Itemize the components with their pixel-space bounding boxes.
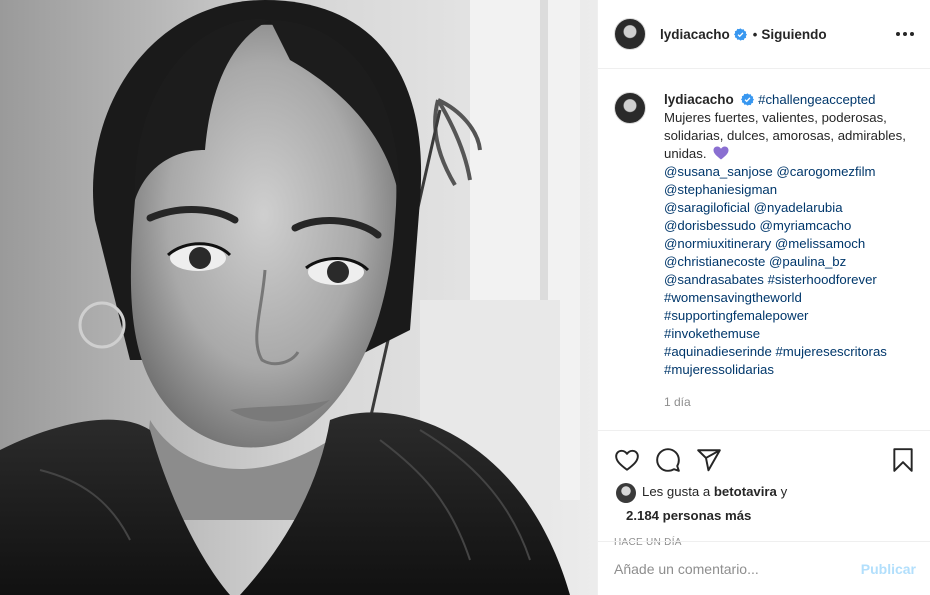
post-header: lydiacacho • Siguiendo <box>598 0 930 69</box>
caption: lydiacacho #challengeaccepted Mujeres fu… <box>614 91 914 411</box>
hashtag-link[interactable]: #mujeressolidarias <box>664 362 774 377</box>
selfie-image <box>0 0 597 595</box>
post-photo[interactable] <box>0 0 597 595</box>
likes-text: Les gusta a betotavira y <box>642 482 787 501</box>
publish-button[interactable]: Publicar <box>861 561 916 577</box>
likes-count[interactable]: 2.184 personas más <box>626 506 751 525</box>
instagram-post: lydiacacho • Siguiendo lydiacacho #chall… <box>0 0 930 595</box>
comments-section: lydiacacho #challengeaccepted Mujeres fu… <box>598 69 930 431</box>
post-panel: lydiacacho • Siguiendo lydiacacho #chall… <box>597 0 930 595</box>
separator-dot: • <box>752 26 758 42</box>
caption-text: Mujeres fuertes, valientes, poderosas, s… <box>664 110 906 161</box>
comment-icon[interactable] <box>655 447 681 473</box>
mention-link[interactable]: @myriamcacho <box>760 218 852 233</box>
mention-link[interactable]: @susana_sanjose <box>664 164 773 179</box>
author-avatar[interactable] <box>614 18 646 50</box>
caption-body: lydiacacho #challengeaccepted Mujeres fu… <box>664 91 914 411</box>
action-bar <box>598 431 930 479</box>
author-username[interactable]: lydiacacho <box>660 27 730 42</box>
ellipsis-icon[interactable] <box>894 26 916 42</box>
liker-avatar[interactable] <box>616 483 636 503</box>
hashtag-link[interactable]: #mujeresescritoras <box>775 344 886 359</box>
mention-link[interactable]: @paulina_bz <box>769 254 846 269</box>
liker-username[interactable]: betotavira <box>714 484 777 499</box>
following-button[interactable]: Siguiendo <box>761 27 826 42</box>
mention-link[interactable]: @christianecoste <box>664 254 765 269</box>
likes-prefix: Les gusta a <box>642 484 711 499</box>
caption-timestamp[interactable]: 1 día <box>664 393 914 411</box>
hashtag-link[interactable]: #aquinadieserinde <box>664 344 772 359</box>
mention-link[interactable]: @carogomezfilm <box>776 164 875 179</box>
purple-heart-emoji <box>713 146 729 160</box>
mention-link[interactable]: @sandrasabates <box>664 272 764 287</box>
verified-badge-icon <box>733 27 747 41</box>
likes-and: y <box>780 484 788 499</box>
caption-username[interactable]: lydiacacho <box>664 92 734 107</box>
comment-form: Publicar <box>598 541 930 595</box>
paper-plane-icon[interactable] <box>696 447 722 473</box>
likes-summary: Les gusta a betotavira y <box>598 479 930 503</box>
caption-avatar[interactable] <box>614 92 646 124</box>
mention-link[interactable]: @stephaniesigman <box>664 182 777 197</box>
comment-input[interactable] <box>614 560 861 577</box>
mention-link[interactable]: @saragiloficial <box>664 200 750 215</box>
hashtag-link[interactable]: #sisterhoodforever <box>768 272 877 287</box>
hashtag-link[interactable]: #womensavingtheworld <box>664 290 802 305</box>
verified-badge-icon <box>741 93 755 106</box>
hashtag-link[interactable]: #challengeaccepted <box>758 92 875 107</box>
hashtag-link[interactable]: #supportingfemalepower <box>664 308 808 323</box>
heart-icon[interactable] <box>614 447 640 473</box>
mention-link[interactable]: @normiuxitinerary <box>664 236 771 251</box>
mention-link[interactable]: @melissamoch <box>775 236 865 251</box>
likes-count-row: 2.184 personas más <box>598 503 930 525</box>
hashtag-link[interactable]: #invokethemuse <box>664 326 760 341</box>
mention-link[interactable]: @nyadelarubia <box>754 200 843 215</box>
bookmark-icon[interactable] <box>890 447 916 473</box>
mention-link[interactable]: @dorisbessudo <box>664 218 756 233</box>
